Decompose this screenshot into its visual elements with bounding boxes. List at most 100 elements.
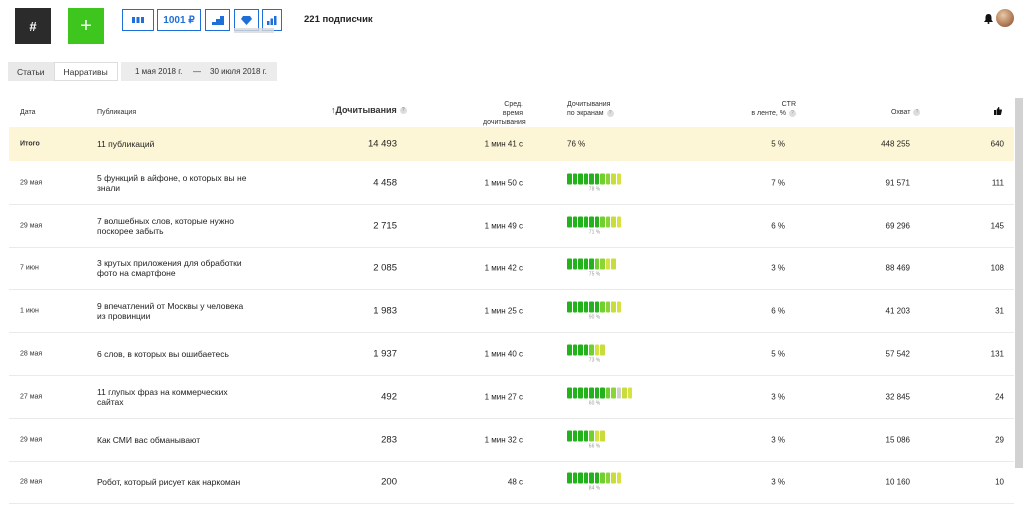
- screens-percent: 78 %: [588, 186, 601, 193]
- screen-bar: [572, 344, 577, 356]
- screens-percent: 84 %: [588, 485, 601, 492]
- screen-bar: [583, 301, 588, 313]
- tabs: Статьи Нарративы: [8, 62, 118, 81]
- date-range-picker[interactable]: 1 мая 2018 г. — 30 июля 2018 г.: [121, 62, 277, 81]
- row-reach: 10 160: [885, 477, 910, 487]
- table-row[interactable]: 29 мая Как СМИ вас обманывают 283 1 мин 32 …: [9, 419, 1014, 462]
- screen-bars: [567, 344, 637, 356]
- row-title[interactable]: 6 слов, в которых вы ошибаетесь: [97, 349, 247, 359]
- table-row[interactable]: 28 мая Робот, который рисует как наркоман…: [9, 462, 1014, 505]
- screen-bar: [583, 472, 588, 484]
- row-title[interactable]: Как СМИ вас обманывают: [97, 435, 247, 445]
- row-time: 1 мин 50 с: [484, 178, 523, 188]
- row-time: 1 мин 42 с: [484, 263, 523, 273]
- row-time: 1 мин 27 с: [484, 392, 523, 402]
- screen-bar: [611, 173, 616, 185]
- screen-bars: [567, 387, 637, 399]
- row-screens: 75 %: [567, 258, 637, 278]
- table-row[interactable]: 7 июн 3 крутых приложения для обработки ф…: [9, 248, 1014, 291]
- bar-chart-icon: [267, 15, 277, 25]
- row-title[interactable]: 7 волшебных слов, которые нужно поскорее…: [97, 216, 247, 236]
- tab-articles[interactable]: Статьи: [8, 62, 54, 81]
- screen-bar: [567, 258, 572, 270]
- stats-button[interactable]: [205, 9, 230, 31]
- row-reads: 4 458: [373, 177, 397, 189]
- row-reach: 69 296: [885, 221, 910, 231]
- row-reach: 57 542: [885, 349, 910, 359]
- screen-bar: [567, 387, 572, 399]
- screen-bar: [594, 430, 599, 442]
- column-avg-time: Сред. время дочитывания: [483, 101, 526, 126]
- add-button[interactable]: +: [68, 8, 104, 44]
- row-time: 1 мин 32 с: [484, 435, 523, 445]
- screen-bar: [572, 258, 577, 270]
- screens-percent: 75 %: [588, 271, 601, 278]
- screen-bar: [605, 387, 610, 399]
- table-row[interactable]: 29 мая 7 волшебных слов, которые нужно по…: [9, 205, 1014, 248]
- screens-percent: 73 %: [588, 357, 601, 364]
- table-row[interactable]: 27 мая 11 глупых фраз на коммерческих сай…: [9, 376, 1014, 419]
- scrollbar[interactable]: [1015, 98, 1023, 468]
- help-icon[interactable]: ?: [789, 109, 796, 117]
- tab-narratives[interactable]: Нарративы: [53, 62, 118, 81]
- balance-button[interactable]: 1001 ₽: [157, 9, 201, 31]
- screen-bar: [567, 430, 572, 442]
- row-date: 28 мая: [20, 478, 43, 486]
- screen-bar: [578, 344, 583, 356]
- table-row[interactable]: 28 мая 6 слов, в которых вы ошибаетесь 1 9…: [9, 333, 1014, 376]
- grid-view-button[interactable]: [122, 9, 154, 31]
- help-icon[interactable]: ?: [606, 109, 614, 117]
- table-row[interactable]: 29 мая 5 функций в айфоне, о которых вы н…: [9, 162, 1014, 205]
- screen-bar: [578, 472, 583, 484]
- screen-bar: [600, 387, 605, 399]
- row-date: 7 июн: [20, 264, 39, 272]
- screen-bar: [594, 258, 599, 270]
- total-row: Итого 11 публикаций 14 493 1 мин 41 с 76…: [9, 127, 1014, 161]
- screen-bar: [572, 387, 577, 399]
- screen-bar: [605, 301, 610, 313]
- screen-bar: [589, 173, 594, 185]
- row-likes: 131: [990, 349, 1004, 359]
- row-title[interactable]: 11 глупых фраз на коммерческих сайтах: [97, 387, 247, 407]
- screen-bar: [578, 430, 583, 442]
- row-date: 29 мая: [20, 222, 43, 230]
- screen-bar: [594, 387, 599, 399]
- screen-bar: [572, 472, 577, 484]
- screen-bars: [567, 258, 637, 270]
- screen-bar: [600, 173, 605, 185]
- stats-stairs-icon: [211, 15, 224, 25]
- table-row[interactable]: 1 июн 9 впечатлений от Москвы у человека …: [9, 290, 1014, 334]
- avatar[interactable]: [996, 9, 1014, 27]
- bell-icon[interactable]: [984, 14, 993, 26]
- screen-bar: [578, 173, 583, 185]
- column-reads[interactable]: ↑Дочитывания?: [331, 106, 407, 115]
- row-title[interactable]: 9 впечатлений от Москвы у человека из пр…: [97, 301, 247, 321]
- screen-bar: [600, 430, 605, 442]
- row-reach: 91 571: [885, 178, 910, 188]
- screen-bar: [594, 173, 599, 185]
- row-likes: 29: [995, 435, 1004, 445]
- screen-bar: [589, 430, 594, 442]
- screen-bar: [578, 301, 583, 313]
- row-date: 29 мая: [20, 179, 43, 187]
- row-reads: 2 715: [373, 220, 397, 232]
- row-reads: 492: [381, 391, 397, 403]
- screen-bar: [616, 216, 621, 228]
- column-screens: Дочитывания по экранам?: [567, 100, 614, 118]
- date-to: 30 июля 2018 г.: [210, 67, 267, 76]
- hash-button[interactable]: #: [15, 8, 51, 44]
- help-icon[interactable]: ?: [399, 107, 407, 115]
- row-ctr: 3 %: [771, 435, 785, 445]
- screen-bars: [567, 472, 637, 484]
- date-from: 1 мая 2018 г.: [135, 67, 183, 76]
- screen-bar: [600, 344, 605, 356]
- row-title[interactable]: 3 крутых приложения для обработки фото н…: [97, 258, 247, 278]
- total-reads: 14 493: [367, 138, 397, 150]
- screen-bar: [600, 216, 605, 228]
- help-icon[interactable]: ?: [913, 108, 921, 116]
- row-title[interactable]: 5 функций в айфоне, о которых вы не знал…: [97, 173, 247, 193]
- row-date: 28 мая: [20, 350, 43, 358]
- total-reach: 448 255: [881, 139, 910, 149]
- row-title[interactable]: Робот, который рисует как наркоман: [97, 477, 247, 487]
- screen-bar: [578, 387, 583, 399]
